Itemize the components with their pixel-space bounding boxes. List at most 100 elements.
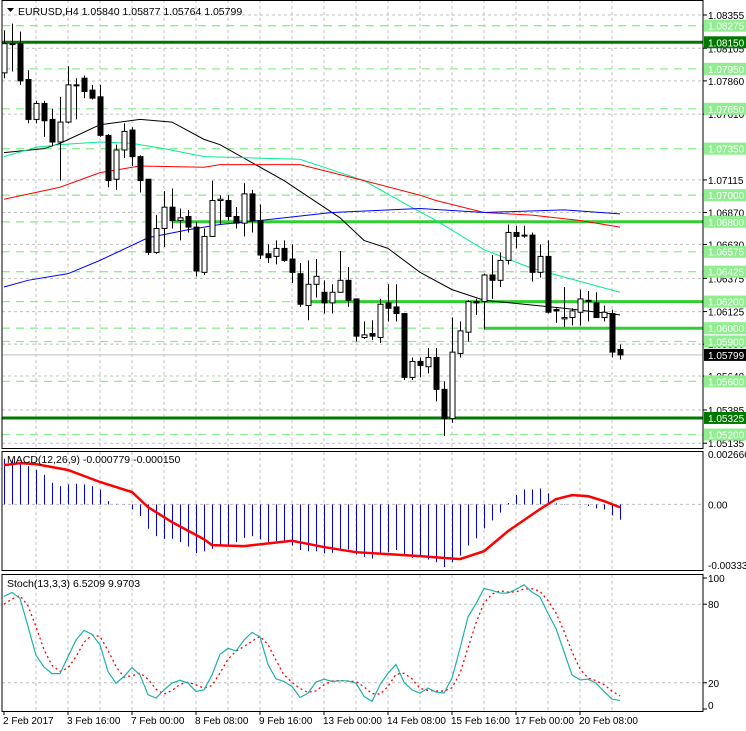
- candle: [505, 224, 512, 265]
- candle-body: [345, 279, 352, 301]
- candle: [97, 84, 104, 137]
- price-tick-label: 1.07860: [708, 77, 745, 88]
- candle: [609, 309, 616, 358]
- time-label: 9 Feb 16:00: [259, 716, 313, 727]
- candle-body: [225, 200, 232, 217]
- candle: [137, 155, 144, 193]
- symbol-ohlc-label: EURUSD,H4 1.05840 1.05877 1.05764 1.0579…: [18, 6, 242, 18]
- time-label: 17 Feb 00:00: [515, 716, 574, 727]
- candle: [121, 123, 128, 158]
- candle-body: [209, 200, 216, 237]
- candle-body: [113, 149, 120, 180]
- candle-body: [289, 258, 296, 273]
- candle-body: [161, 206, 168, 229]
- candle: [433, 348, 440, 402]
- candle: [289, 244, 296, 283]
- candle-body: [337, 279, 344, 293]
- candle-body: [137, 156, 144, 182]
- candle: [417, 357, 424, 378]
- panel-frames: [1, 0, 704, 712]
- candle: [409, 357, 416, 381]
- candle-body: [457, 330, 464, 354]
- candle: [569, 308, 576, 326]
- dropdown-triangle-icon[interactable]: [7, 8, 14, 12]
- time-label: 20 Feb 08:00: [579, 716, 638, 727]
- candle-body: [265, 253, 272, 259]
- level-label: 1.07000: [708, 191, 745, 202]
- candle-body: [193, 226, 200, 272]
- candle: [577, 289, 584, 326]
- major-level-label: 1.05325: [708, 414, 745, 425]
- candle: [529, 232, 536, 282]
- candle-body: [473, 301, 480, 304]
- candle-body: [105, 134, 112, 182]
- stoch-signal-line: [3, 588, 621, 697]
- stoch-panel-frame: [1, 574, 704, 712]
- candle: [329, 284, 336, 314]
- candle: [249, 189, 256, 233]
- candle-body: [401, 313, 408, 378]
- stoch-main-line: [3, 583, 621, 703]
- candle: [105, 134, 112, 188]
- candle: [145, 178, 152, 256]
- candle: [353, 298, 360, 342]
- level-label: 1.05200: [708, 431, 745, 442]
- candle-body: [81, 77, 88, 92]
- candle: [297, 263, 304, 307]
- candle: [361, 321, 368, 339]
- stoch-label: Stoch(13,3,3) 6.5209 9.9703: [7, 578, 140, 590]
- candle: [465, 300, 472, 342]
- candle: [449, 317, 456, 423]
- candle: [177, 208, 184, 241]
- price-tick-label: 1.06125: [708, 308, 745, 319]
- candle: [209, 180, 216, 237]
- candle-body: [433, 356, 440, 390]
- candle-body: [481, 274, 488, 303]
- candle: [553, 308, 560, 323]
- candle-body: [561, 317, 568, 320]
- macd-signal-line: [3, 461, 621, 561]
- candle: [601, 305, 608, 322]
- candle: [161, 191, 168, 248]
- candle: [201, 228, 208, 275]
- price-tick-label: 1.07115: [708, 176, 744, 187]
- candle-body: [601, 311, 608, 319]
- trading-chart[interactable]: 1.083551.081051.078601.076101.071151.068…: [0, 0, 746, 731]
- candle: [1, 30, 8, 79]
- candle-body: [441, 388, 448, 420]
- candle-body: [369, 333, 376, 337]
- macd-tick-label: 0.002666: [708, 450, 746, 461]
- stoch-tick-label: 0: [708, 701, 714, 712]
- candle-body: [233, 215, 240, 224]
- candle: [33, 100, 40, 124]
- candle: [313, 259, 320, 298]
- candle-body: [497, 259, 504, 281]
- candle: [513, 225, 520, 249]
- candle-body: [417, 360, 424, 366]
- candle: [193, 221, 200, 277]
- candle: [593, 292, 600, 319]
- candle: [17, 31, 24, 85]
- candle: [497, 252, 504, 287]
- candle: [441, 381, 448, 436]
- candle-body: [217, 198, 224, 202]
- stochastic-panel: [2, 583, 703, 703]
- ma-slow-line: [3, 164, 621, 228]
- time-label: 7 Feb 00:00: [131, 716, 185, 727]
- level-label: 1.06000: [708, 324, 745, 335]
- time-label: 13 Feb 00:00: [323, 716, 382, 727]
- candle-body: [201, 235, 208, 273]
- candle-body: [41, 102, 48, 122]
- candle-body: [249, 193, 256, 221]
- candle-body: [9, 43, 16, 46]
- ma-mid-line: [3, 141, 621, 293]
- candle: [377, 298, 384, 343]
- candle: [129, 127, 136, 166]
- candle-body: [297, 273, 304, 305]
- candle: [281, 240, 288, 262]
- candle-body: [553, 309, 560, 312]
- time-label: 8 Feb 08:00: [195, 716, 249, 727]
- time-label: 14 Feb 08:00: [387, 716, 446, 727]
- candle-body: [73, 84, 80, 87]
- candle: [401, 313, 408, 381]
